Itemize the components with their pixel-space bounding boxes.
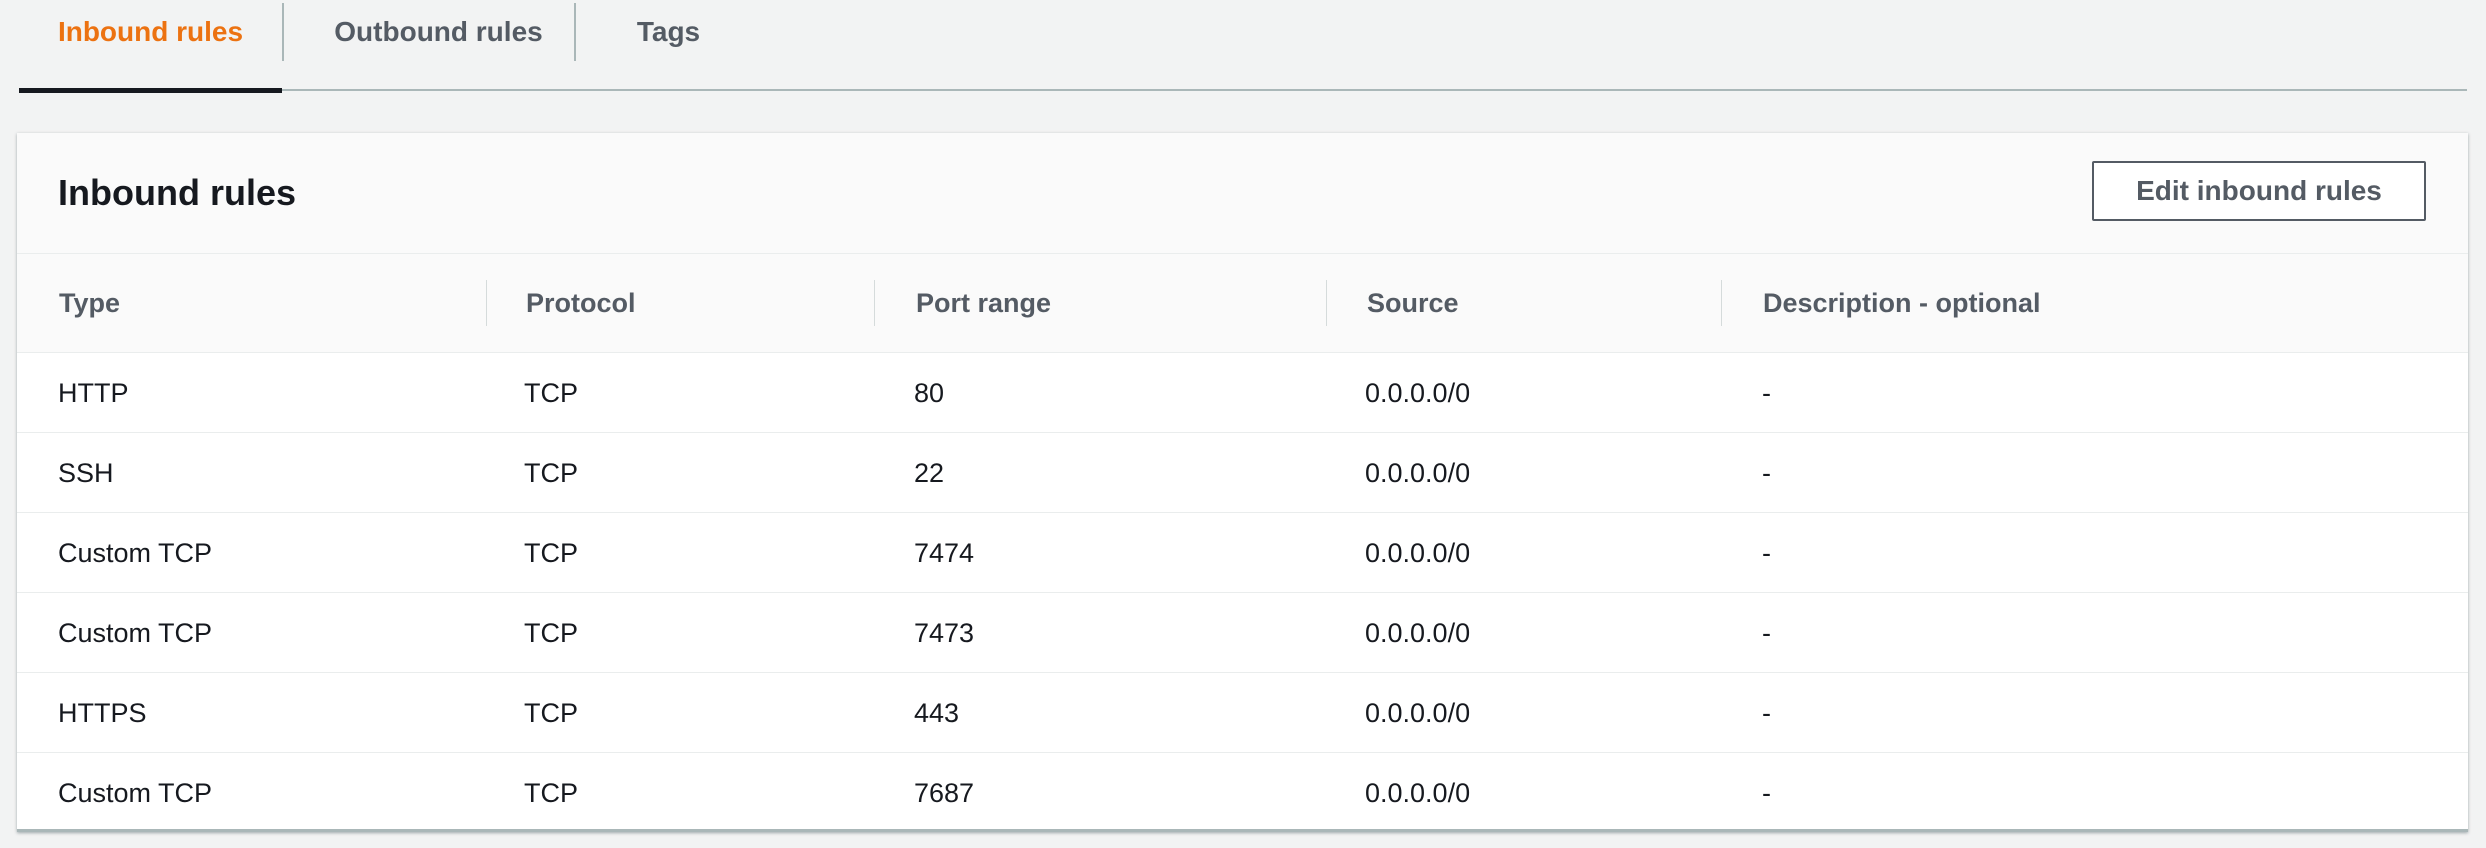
column-resizer[interactable]: [486, 280, 487, 326]
cell-source: 0.0.0.0/0: [1365, 458, 1471, 488]
cell-source: 0.0.0.0/0: [1365, 618, 1471, 648]
cell-port-range: 443: [914, 698, 960, 728]
cell-type: Custom TCP: [58, 538, 213, 568]
cell-protocol: TCP: [524, 698, 578, 728]
cell-protocol: TCP: [524, 378, 578, 408]
cell-port-range: 22: [914, 458, 945, 488]
column-header-port-range[interactable]: Port range: [916, 254, 1051, 352]
column-header-type[interactable]: Type: [59, 254, 120, 352]
cell-source: 0.0.0.0/0: [1365, 538, 1471, 568]
cell-description: -: [1762, 698, 1771, 728]
column-header-protocol[interactable]: Protocol: [526, 254, 636, 352]
cell-source: 0.0.0.0/0: [1365, 778, 1471, 808]
tab-outbound-rules[interactable]: Outbound rules: [284, 0, 593, 91]
panel-header: Inbound rules Edit inbound rules: [17, 133, 2468, 254]
table-header: Type Protocol Port range Source Descript…: [17, 254, 2468, 353]
tab-inbound-rules[interactable]: Inbound rules: [19, 0, 282, 93]
tab-bar: Inbound rules Outbound rules Tags: [19, 0, 2467, 93]
cell-protocol: TCP: [524, 538, 578, 568]
inbound-rules-panel: Inbound rules Edit inbound rules Type Pr…: [17, 133, 2468, 832]
cell-description: -: [1762, 458, 1771, 488]
cell-protocol: TCP: [524, 778, 578, 808]
cell-type: HTTPS: [58, 698, 147, 728]
column-resizer[interactable]: [1721, 280, 1722, 326]
cell-port-range: 7474: [914, 538, 975, 568]
cell-description: -: [1762, 378, 1771, 408]
table-row: HTTPS TCP 443 0.0.0.0/0 -: [17, 673, 2468, 753]
cell-port-range: 7473: [914, 618, 975, 648]
cell-protocol: TCP: [524, 458, 578, 488]
cell-protocol: TCP: [524, 618, 578, 648]
table-row: HTTP TCP 80 0.0.0.0/0 -: [17, 353, 2468, 433]
column-header-description[interactable]: Description - optional: [1763, 254, 2041, 352]
cell-description: -: [1762, 618, 1771, 648]
table-row: Custom TCP TCP 7687 0.0.0.0/0 -: [17, 753, 2468, 833]
cell-port-range: 7687: [914, 778, 975, 808]
tab-tags[interactable]: Tags: [576, 0, 761, 91]
cell-type: HTTP: [58, 378, 129, 408]
cell-source: 0.0.0.0/0: [1365, 378, 1471, 408]
cell-port-range: 80: [914, 378, 945, 408]
column-header-source[interactable]: Source: [1367, 254, 1459, 352]
panel-title: Inbound rules: [58, 172, 296, 213]
table-row: Custom TCP TCP 7473 0.0.0.0/0 -: [17, 593, 2468, 673]
edit-inbound-rules-button[interactable]: Edit inbound rules: [2092, 161, 2426, 221]
column-resizer[interactable]: [874, 280, 875, 326]
cell-source: 0.0.0.0/0: [1365, 698, 1471, 728]
cell-type: Custom TCP: [58, 618, 213, 648]
cell-description: -: [1762, 538, 1771, 568]
table-row: SSH TCP 22 0.0.0.0/0 -: [17, 433, 2468, 513]
column-resizer[interactable]: [1326, 280, 1327, 326]
cell-description: -: [1762, 778, 1771, 808]
cell-type: SSH: [58, 458, 114, 488]
cell-type: Custom TCP: [58, 778, 213, 808]
table-row: Custom TCP TCP 7474 0.0.0.0/0 -: [17, 513, 2468, 593]
